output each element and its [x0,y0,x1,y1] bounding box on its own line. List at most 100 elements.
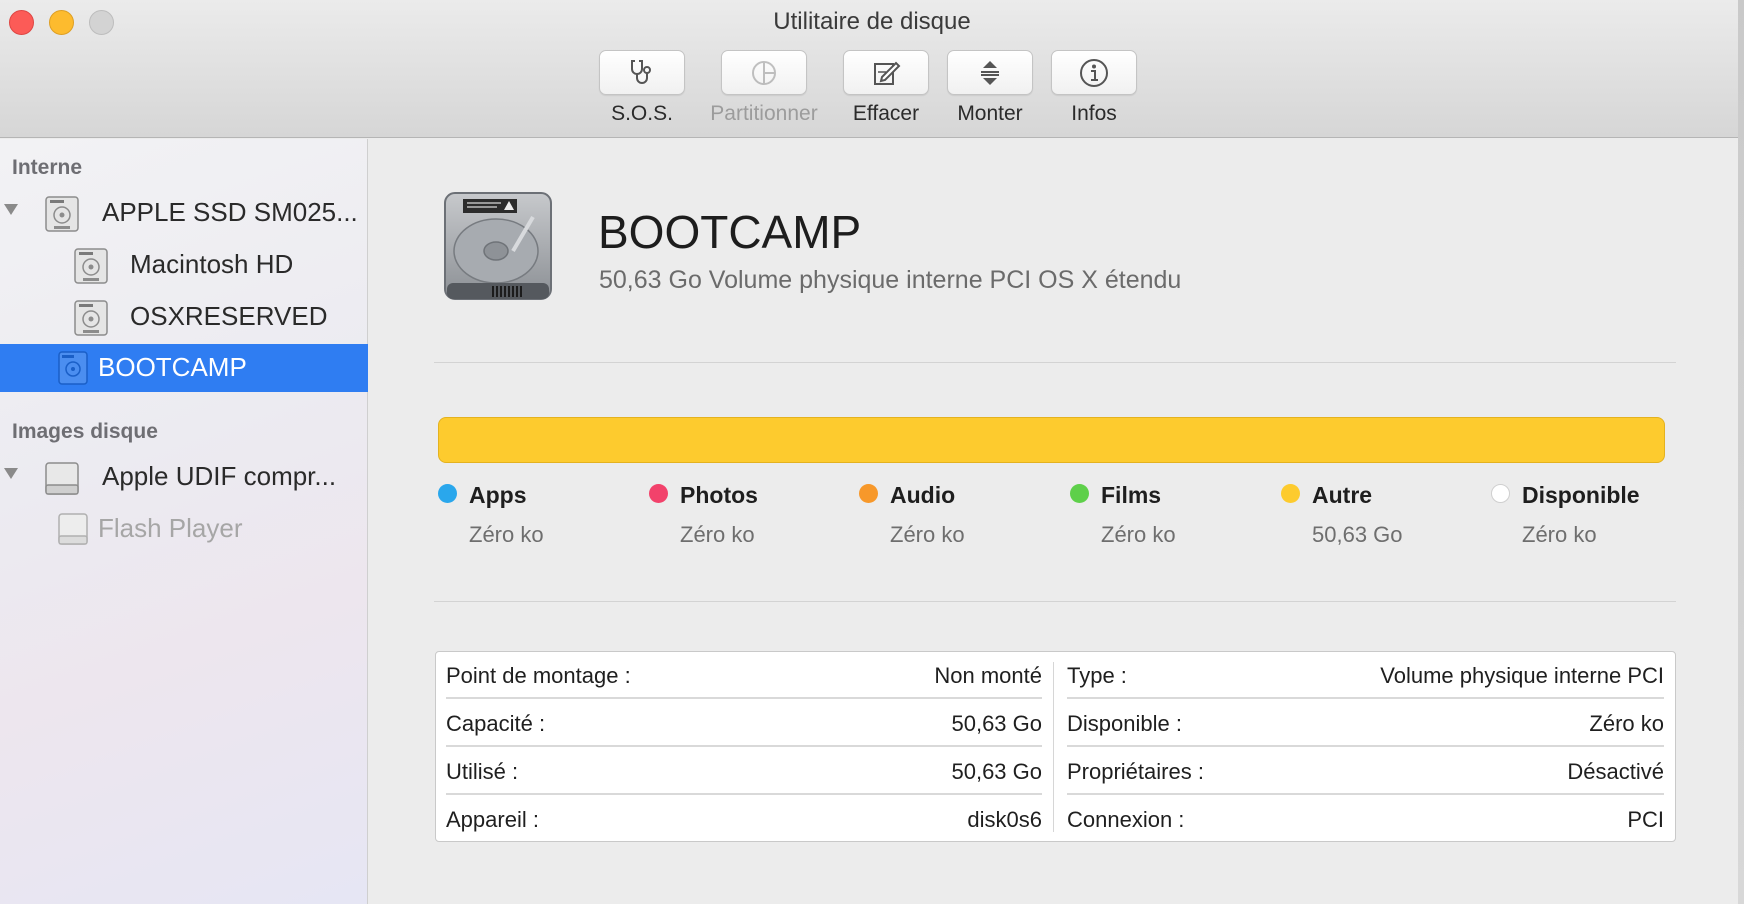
toolbar: Utilitaire de disque S.O.S. Partitionner [0,0,1744,138]
sidebar-item-osxreserved[interactable]: OSXRESERVED [0,293,368,341]
info-value: 50,63 Go [951,759,1042,784]
sidebar-item-apple-udif[interactable]: Apple UDIF compr... [0,453,368,501]
legend-color-dot [859,484,878,503]
sidebar-item-label: Apple UDIF compr... [102,461,337,491]
info-row-available: Disponible : Zéro ko [1067,700,1664,747]
info-value: Non monté [934,663,1042,688]
erase-pencil-icon [874,61,901,85]
storage-usage-bar [438,417,1665,463]
volume-name: BOOTCAMP [598,206,862,258]
erase-tool[interactable]: Effacer [843,50,929,126]
volume-info-table: Point de montage : Non monté Capacité : … [435,651,1676,842]
first-aid-tool[interactable]: S.O.S. [599,50,685,126]
info-row-mount-point: Point de montage : Non monté [446,652,1042,699]
hard-drive-icon [58,351,88,385]
sidebar-item-macintosh-hd[interactable]: Macintosh HD [0,241,368,289]
info-value: Volume physique interne PCI [1380,663,1664,688]
info-key: Connexion : [1067,807,1185,832]
info-row-connection: Connexion : PCI [1067,796,1664,843]
info-key: Appareil : [446,807,539,832]
sidebar-item-apple-ssd[interactable]: APPLE SSD SM025... [0,189,368,237]
legend-value: Zéro ko [1522,522,1597,547]
legend-color-dot [649,484,668,503]
hard-drive-icon [74,300,108,336]
legend-value: Zéro ko [1101,522,1176,547]
legend-name: Photos [680,482,758,508]
legend-value: Zéro ko [469,522,544,547]
hard-drive-icon [45,196,79,232]
first-aid-button[interactable] [599,50,685,95]
legend-value: Zéro ko [890,522,965,547]
sidebar-item-label: Macintosh HD [130,249,294,279]
partition-label: Partitionner [710,102,818,125]
info-value: Zéro ko [1589,711,1664,736]
sidebar-item-label: Flash Player [98,513,243,543]
stethoscope-icon [631,59,651,84]
window-title: Utilitaire de disque [773,8,971,35]
divider [434,601,1676,602]
legend-name: Audio [890,482,956,508]
info-row-capacity: Capacité : 50,63 Go [446,700,1042,747]
row-separator [446,697,1042,699]
info-key: Point de montage : [446,663,631,688]
info-value: disk0s6 [967,807,1042,832]
partition-tool[interactable]: Partitionner [710,50,818,126]
legend-color-dot [1281,484,1300,503]
row-separator [1067,745,1664,747]
info-row-owners: Propriétaires : Désactivé [1067,748,1664,795]
partition-pie-icon [752,60,776,85]
info-key: Disponible : [1067,711,1182,736]
info-value: Désactivé [1567,759,1664,784]
info-button[interactable] [1051,50,1137,95]
sidebar-section-disk-images: Images disque [12,420,158,443]
sidebar-item-label: BOOTCAMP [98,352,247,382]
sidebar: Interne APPLE SSD SM025... Macintosh HD [0,139,368,904]
legend-name: Autre [1312,482,1373,508]
disk-image-icon [45,462,79,495]
info-label: Infos [1071,102,1117,125]
mount-tool[interactable]: Monter [947,50,1033,126]
info-value: PCI [1627,807,1664,832]
disclosure-triangle-icon[interactable] [3,201,19,217]
info-value: 50,63 Go [951,711,1042,736]
legend-color-dot [1491,484,1510,503]
legend-value: Zéro ko [680,522,755,547]
row-separator [446,745,1042,747]
legend-color-dot [438,484,457,503]
row-separator [1067,793,1664,795]
mount-icon [981,60,999,85]
sidebar-item-label: OSXRESERVED [130,301,328,331]
first-aid-label: S.O.S. [611,102,673,125]
info-row-used: Utilisé : 50,63 Go [446,748,1042,795]
info-row-device: Appareil : disk0s6 [446,796,1042,843]
sidebar-item-bootcamp[interactable]: BOOTCAMP [0,344,368,392]
info-key: Type : [1067,663,1127,688]
hard-drive-icon [74,248,108,284]
detail-pane: BOOTCAMP 50,63 Go Volume physique intern… [369,139,1744,904]
info-key: Utilisé : [446,759,519,784]
volume-description: 50,63 Go Volume physique interne PCI OS … [599,266,1182,294]
row-separator [1067,697,1664,699]
partition-button[interactable] [721,50,807,95]
info-row-type: Type : Volume physique interne PCI [1067,652,1664,699]
info-tool[interactable]: Infos [1051,50,1137,126]
window-edge [1738,0,1744,904]
sidebar-item-label: APPLE SSD SM025... [102,197,358,227]
disclosure-triangle-icon[interactable] [3,465,19,481]
legend-color-dot [1070,484,1089,503]
internal-hard-drive-icon [444,192,552,300]
divider [434,362,1676,363]
legend-name: Films [1101,482,1162,508]
sidebar-item-flash-player[interactable]: Flash Player [0,505,368,553]
info-key: Capacité : [446,711,546,736]
erase-button[interactable] [843,50,929,95]
info-icon [1080,58,1108,87]
sidebar-section-internal: Interne [12,156,83,179]
row-separator [446,793,1042,795]
info-key: Propriétaires : [1067,759,1204,784]
mount-button[interactable] [947,50,1033,95]
column-divider [1053,662,1054,832]
legend-value: 50,63 Go [1312,522,1403,547]
legend-name: Disponible [1522,482,1640,508]
legend-name: Apps [469,482,527,508]
